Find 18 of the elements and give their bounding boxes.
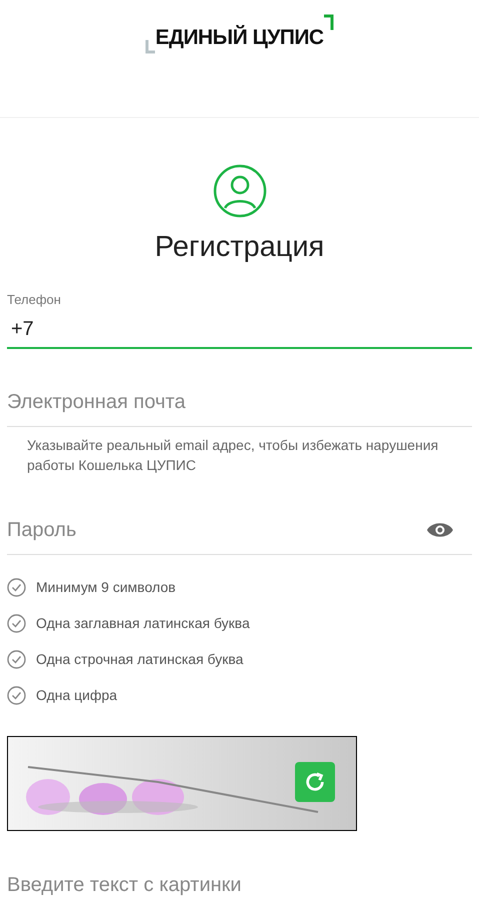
phone-field[interactable]: Телефон +7 [7, 290, 472, 349]
password-rule: Минимум 9 символов [36, 578, 176, 597]
password-rule: Одна заглавная латинская буква [36, 614, 250, 633]
logo-corner-icon [145, 40, 156, 54]
password-field[interactable]: Пароль [7, 514, 426, 544]
email-field[interactable]: Электронная почта [7, 379, 472, 427]
password-rule: Одна строчная латинская буква [36, 650, 244, 669]
field-label: Телефон [7, 290, 62, 309]
eye-icon[interactable] [426, 520, 454, 538]
logo-corner-icon [324, 14, 334, 30]
refresh-icon [304, 771, 326, 793]
logo-text: ЕДИНЫЙ ЦУПИС [155, 26, 324, 49]
phone-input[interactable]: +7 [7, 311, 472, 347]
email-hint: Указывайте реальный email адрес, чтобы избежать нарушения работы Кошелька ЦУПИС [26, 436, 440, 475]
password-rule: Одна цифра [36, 686, 118, 705]
page-title: Регистрация [154, 230, 324, 265]
captcha-field[interactable]: Введите текст с картинки [7, 861, 472, 909]
user-icon [212, 164, 266, 218]
